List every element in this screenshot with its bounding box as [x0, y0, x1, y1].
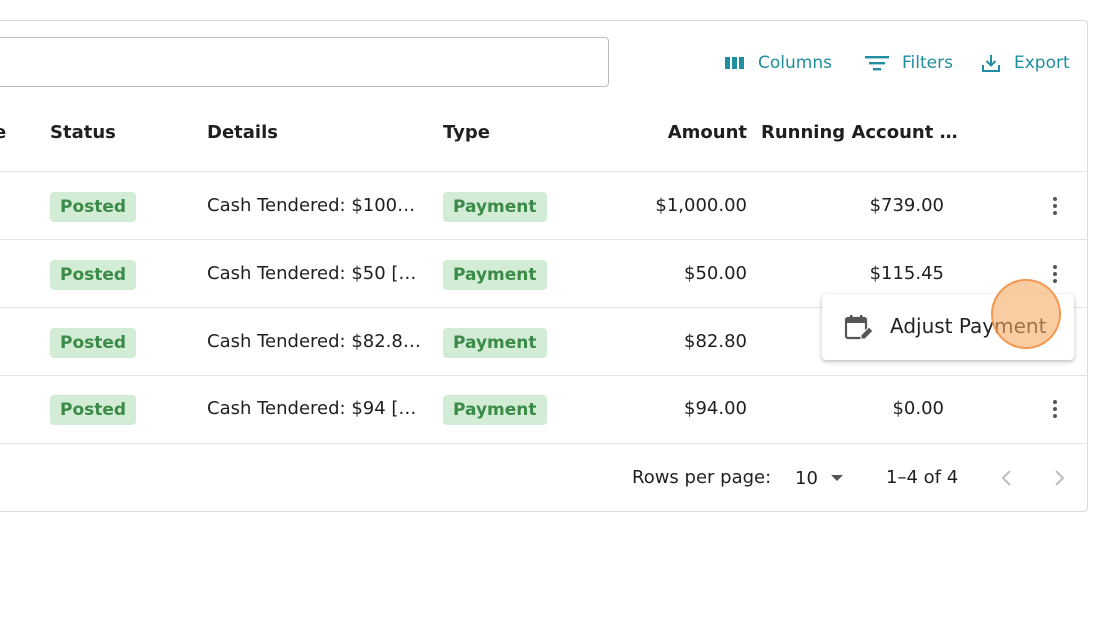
adjust-payment-menu-item[interactable]: Adjust Payment: [822, 302, 1074, 352]
amount-cell: $94.00: [684, 398, 747, 419]
columns-label: Columns: [758, 53, 832, 73]
row-actions-icon[interactable]: [1045, 397, 1065, 421]
running-account-cell: $115.45: [869, 263, 944, 284]
amount-cell: $50.00: [684, 263, 747, 284]
column-header-running-account[interactable]: Running Account …: [761, 122, 958, 143]
row-actions-icon[interactable]: [1045, 262, 1065, 286]
details-cell: Cash Tendered: $100…: [207, 195, 416, 216]
column-header-status[interactable]: Status: [50, 122, 116, 143]
pagination-range: 1–4 of 4: [886, 467, 959, 488]
column-header-details[interactable]: Details: [207, 122, 278, 143]
rows-per-page-value: 10: [795, 467, 818, 489]
status-badge: Posted: [50, 328, 137, 358]
export-label: Export: [1014, 53, 1070, 73]
calendar-edit-icon: [844, 314, 874, 346]
adjust-payment-label: Adjust Payment: [890, 314, 1047, 338]
chevron-down-icon: [830, 474, 844, 482]
filter-icon: [864, 53, 890, 73]
columns-icon: [724, 55, 746, 71]
row-actions-menu: Adjust Payment: [822, 294, 1074, 360]
export-button[interactable]: Export: [980, 50, 1070, 76]
column-header-partial[interactable]: e: [0, 122, 6, 143]
row-divider: [0, 239, 1088, 240]
status-badge: Posted: [50, 192, 137, 222]
rows-per-page-select[interactable]: 10: [795, 465, 844, 491]
columns-button[interactable]: Columns: [724, 50, 832, 76]
filters-button[interactable]: Filters: [864, 50, 953, 76]
next-page-icon[interactable]: [1049, 467, 1069, 489]
type-badge: Payment: [443, 328, 547, 358]
details-cell: Cash Tendered: $82.8…: [207, 331, 421, 352]
filters-label: Filters: [902, 53, 953, 73]
search-input[interactable]: [0, 37, 609, 87]
footer-divider: [0, 443, 1088, 444]
details-cell: Cash Tendered: $50 […: [207, 263, 417, 284]
type-badge: Payment: [443, 260, 547, 290]
status-badge: Posted: [50, 260, 137, 290]
column-header-type[interactable]: Type: [443, 122, 490, 143]
download-icon: [980, 52, 1002, 74]
previous-page-icon[interactable]: [997, 467, 1017, 489]
running-account-cell: $0.00: [892, 398, 944, 419]
type-badge: Payment: [443, 395, 547, 425]
rows-per-page-label: Rows per page:: [632, 467, 772, 488]
type-badge: Payment: [443, 192, 547, 222]
row-actions-icon[interactable]: [1045, 194, 1065, 218]
column-header-amount[interactable]: Amount: [640, 122, 747, 143]
amount-cell: $1,000.00: [655, 195, 747, 216]
amount-cell: $82.80: [684, 331, 747, 352]
header-divider: [0, 171, 1088, 172]
status-badge: Posted: [50, 395, 137, 425]
details-cell: Cash Tendered: $94 […: [207, 398, 417, 419]
running-account-cell: $739.00: [869, 195, 944, 216]
row-divider: [0, 375, 1088, 376]
